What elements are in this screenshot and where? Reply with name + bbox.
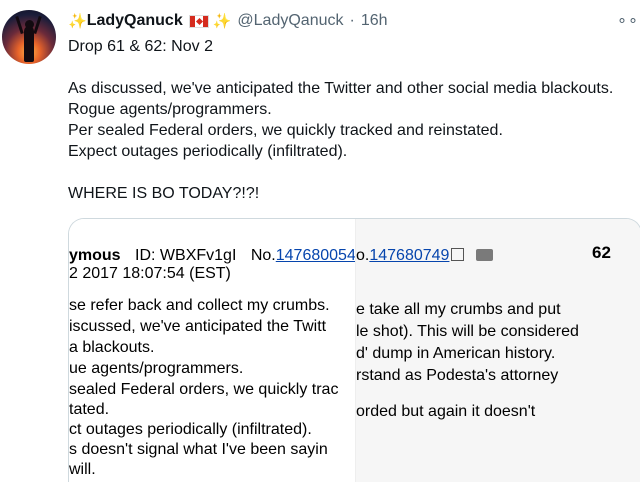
post-date: 2 2017 18:07:54 (EST) (69, 265, 231, 282)
display-name[interactable]: LadyQanuck (87, 12, 183, 30)
post-line: e take all my crumbs and put (356, 301, 561, 318)
post-line: rstand as Podesta's attorney (356, 367, 559, 384)
avatar[interactable] (2, 10, 56, 64)
tweet-line: Rogue agents/programmers. (68, 101, 272, 118)
sparkles-icon: ✨ (212, 13, 232, 30)
tweet-text: Drop 61 & 62: Nov 2 As discussed, we've … (68, 36, 638, 204)
post-id: ID: WBXFv1gI (135, 247, 237, 264)
tweet-timestamp[interactable]: 16h (361, 12, 388, 30)
separator-dot: · (349, 12, 355, 29)
post-line: will. (69, 461, 96, 478)
post-line: tated. (69, 401, 110, 418)
tweet-line-spacer (68, 57, 638, 78)
post-no-label: No. (250, 247, 276, 264)
more-options-icon[interactable]: ∘∘∘ (617, 10, 640, 30)
avatar-silhouette-body (24, 26, 34, 62)
external-link-icon[interactable] (451, 248, 465, 261)
tweet-line-spacer (68, 162, 638, 183)
post-line: ct outages periodically (infiltrated). (69, 421, 312, 438)
post-line: sealed Federal orders, we quickly trac (69, 381, 339, 398)
avatar-silhouette-arm (33, 15, 42, 35)
folder-icon[interactable] (476, 249, 494, 261)
tweet-line: Expect outages periodically (infiltrated… (68, 143, 348, 160)
avatar-silhouette-arm (15, 15, 24, 35)
post-line: s doesn't signal what I've been sayin (69, 441, 328, 458)
tweet-line: WHERE IS BO TODAY?!?! (68, 185, 260, 202)
post-line: se refer back and collect my crumbs. (69, 297, 330, 314)
post-header: ymous ID: WBXFv1gI No.147680054 (69, 247, 371, 265)
tweet-line: Drop 61 & 62: Nov 2 (68, 38, 213, 55)
post-line: ue agents/programmers. (69, 360, 244, 377)
post-number: 62 (592, 243, 611, 262)
post-screenshot-right[interactable]: o.147680749 62 e take all my crumbs and … (355, 219, 640, 482)
user-handle[interactable]: @LadyQanuck (237, 12, 343, 30)
post-line: orded but again it doesn't (356, 403, 536, 420)
post-screenshot-left[interactable]: ymous ID: WBXFv1gI No.147680054 2 2017 1… (69, 219, 371, 482)
post-line: a blackouts. (69, 339, 155, 356)
tweet-line: As discussed, we've anticipated the Twit… (68, 80, 614, 97)
post-header: o.147680749 (356, 247, 494, 265)
post-line: iscussed, we've anticipated the Twitt (69, 318, 327, 335)
tweet-line: Per sealed Federal orders, we quickly tr… (68, 122, 503, 139)
media-card[interactable]: ymous ID: WBXFv1gI No.147680054 2 2017 1… (68, 218, 640, 482)
post-line: d' dump in American history. (356, 345, 556, 362)
post-no-prefix: o. (356, 247, 370, 264)
sparkles-icon: ✨ (68, 13, 87, 30)
canada-flag-icon (188, 14, 209, 28)
tweet-header: ✨ LadyQanuck ✨ @LadyQanuck · 16h (68, 10, 388, 32)
post-number-link[interactable]: 147680749 (369, 247, 449, 264)
post-line: le shot). This will be considered (356, 323, 579, 340)
post-author: ymous (69, 247, 121, 264)
post-number-link[interactable]: 147680054 (276, 247, 356, 264)
